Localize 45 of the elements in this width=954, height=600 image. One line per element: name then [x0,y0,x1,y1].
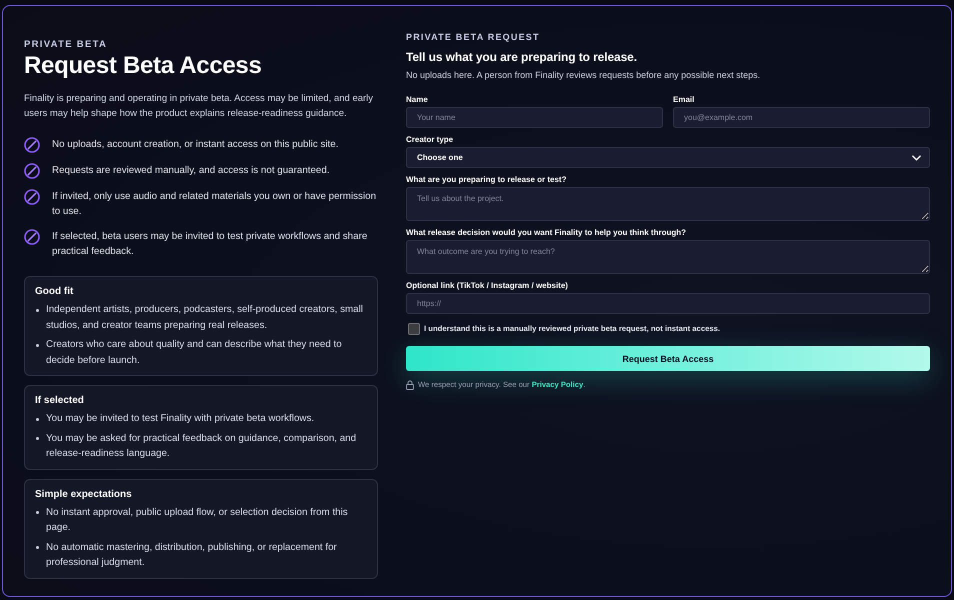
notice-text: Requests are reviewed manually, and access is not guaranteed. [52,164,330,178]
bullet-text: Creators who care about quality and can describe what they need to decide before launch. [46,338,343,368]
field-label: Optional link (TikTok / Instagram / website) [406,281,569,291]
bullet-text: No instant approval, public upload flow, or selection decision from this page. [46,506,349,535]
text-area[interactable]: Tell us about the project. [406,187,930,221]
bullet-icon [36,511,39,514]
notice-text: If selected, beta users may be invited to test private workflows and share practical feedback. [52,230,368,259]
field-label: What are you preparing to release or test? [406,175,568,185]
chevron-down-icon [912,154,921,160]
intro-text: Finality is preparing and operating in private beta. Access may be limited, and early users may help shape how the product explains release-readiness guidance. [24,92,374,121]
field-label: What release decision would you want Finality to help you think through? [406,228,688,238]
bullet-icon [36,344,39,346]
card-title: Good fit [35,286,74,298]
lock-icon [406,380,414,390]
bullet-text: Independent artists, producers, podcasters, self-produced creators, small studios, and creator teams preparing real releases. [46,303,364,332]
prohibition-icon [24,229,40,245]
consent-checkbox[interactable] [408,323,420,335]
bullet-icon [36,546,39,549]
prohibition-icon [24,189,40,205]
card-title: If selected [35,395,85,407]
form-subtitle: No uploads here. A person from Finality reviews requests before any possible next steps. [406,69,762,82]
bullet-icon [36,437,39,440]
submit-button[interactable]: Request Beta Access [406,346,930,371]
bullet-icon [36,308,39,312]
notice-text: No uploads, account creation, or instant access on this public site. [52,138,338,152]
prohibition-icon [24,163,40,179]
form-eyebrow: PRIVATE BETA REQUEST [406,31,541,43]
bullet-text: You may be invited to test Finality with private beta workflows. [46,412,314,426]
text-area[interactable]: What outcome are you trying to reach? [406,240,930,274]
bullet-text: No automatic mastering, distribution, publishing, or replacement for professional judgment. [46,540,338,570]
section-eyebrow: PRIVATE BETA [24,39,108,51]
bullet-icon [36,418,39,420]
text-input[interactable]: you@example.com [673,107,930,128]
field-label: Creator type [406,135,454,145]
text-input[interactable]: Your name [406,107,663,128]
notice-text: If invited, only use audio and related materials you own or have permission to use. [52,190,378,219]
form-title: Tell us what you are preparing to release. [406,49,638,65]
text-input[interactable]: https:// [406,293,930,314]
bullet-text: You may be asked for practical feedback on guidance, comparison, and release-readiness language. [46,432,358,461]
field-label: Email [673,95,696,105]
prohibition-icon [24,137,40,153]
dropdown-select[interactable]: Choose one [406,147,930,168]
card-title: Simple expectations [35,488,133,500]
page-title: Request Beta Access [24,52,263,80]
field-label: Name [406,95,429,105]
